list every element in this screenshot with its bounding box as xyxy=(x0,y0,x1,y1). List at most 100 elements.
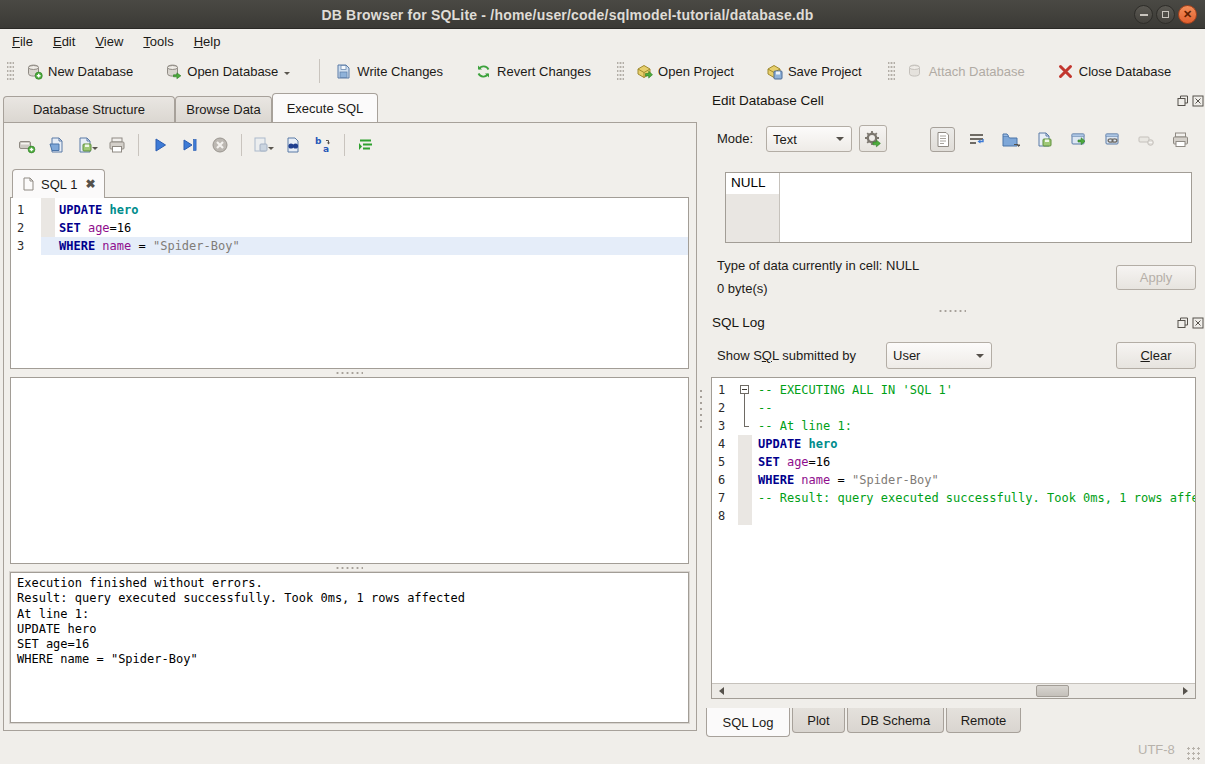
execute-line-button[interactable] xyxy=(177,132,203,158)
line-number: 7 xyxy=(712,489,738,507)
close-panel-icon[interactable] xyxy=(1192,317,1204,329)
open-tab-icon xyxy=(18,136,36,154)
open-tab-button[interactable] xyxy=(14,132,40,158)
print-sql-icon xyxy=(108,136,126,154)
menu-edit[interactable]: Edit xyxy=(43,31,85,52)
execute-all-button[interactable] xyxy=(147,132,173,158)
save-sql-file-button[interactable] xyxy=(74,132,100,158)
revert-changes-button[interactable]: Revert Changes xyxy=(466,58,600,85)
cell-value: NULL xyxy=(731,175,766,190)
code-text: -- Result: query executed successfully. … xyxy=(752,489,1195,507)
cell-type-info: Type of data currently in cell: NULL xyxy=(717,258,919,273)
tab-plot[interactable]: Plot xyxy=(792,708,845,733)
print-sql-button[interactable] xyxy=(104,132,130,158)
tab-sql-log[interactable]: SQL Log xyxy=(706,708,790,737)
sql-log-view[interactable]: 1-- EXECUTING ALL IN 'SQL 1'2--3-- At li… xyxy=(711,377,1196,699)
format-sql-button[interactable] xyxy=(353,132,379,158)
sql-document-tab[interactable]: SQL 1 ✖ xyxy=(12,169,105,198)
menu-view[interactable]: View xyxy=(85,31,133,52)
close-tab-icon[interactable]: ✖ xyxy=(85,177,95,191)
toolbar-button-label: Open Project xyxy=(658,64,734,79)
mode-select[interactable]: Text xyxy=(766,126,852,152)
apply-button[interactable]: Apply xyxy=(1116,265,1196,290)
stop-button xyxy=(207,132,233,158)
fold-line xyxy=(744,417,745,426)
import-cell-button[interactable] xyxy=(998,127,1023,152)
clear-log-button[interactable]: Clear xyxy=(1116,342,1196,369)
edit-cell-dock-buttons xyxy=(1177,95,1204,107)
log-filter-select[interactable]: User xyxy=(886,342,992,369)
open-in-app-button[interactable] xyxy=(1066,127,1091,152)
word-wrap-button[interactable] xyxy=(964,127,989,152)
code-line: 3 WHERE name = "Spider-Boy" xyxy=(11,237,688,255)
export-cell-button[interactable] xyxy=(1032,127,1057,152)
open-database-button[interactable]: Open Database xyxy=(156,58,299,85)
open-sql-file-icon xyxy=(48,136,66,154)
toolbar-button-label: Close Database xyxy=(1079,64,1172,79)
scroll-left-icon[interactable] xyxy=(712,684,727,698)
open-project-button[interactable]: Open Project xyxy=(627,58,743,85)
edit-cell-title: Edit Database Cell xyxy=(712,93,824,108)
tab-remote[interactable]: Remote xyxy=(946,708,1021,733)
cell-editor-gutter xyxy=(726,194,780,242)
splitter-handle[interactable] xyxy=(335,566,363,570)
text-mode-button[interactable] xyxy=(930,127,955,152)
fold-line xyxy=(744,399,745,417)
menu-tools[interactable]: Tools xyxy=(133,31,183,52)
print-cell-icon xyxy=(1172,131,1189,148)
cell-value-editor[interactable]: NULL xyxy=(725,172,1192,243)
write-changes-button[interactable]: Write Changes xyxy=(326,58,452,85)
tab-database-structure[interactable]: Database Structure xyxy=(3,96,175,122)
line-number: 2 xyxy=(11,219,41,237)
line-number: 3 xyxy=(11,237,41,255)
splitter-handle[interactable] xyxy=(938,309,966,313)
tab-execute-sql[interactable]: Execute SQL xyxy=(272,93,378,122)
code-text: -- EXECUTING ALL IN 'SQL 1' xyxy=(752,381,1195,399)
fold-margin xyxy=(738,489,752,507)
save-results-button xyxy=(250,132,276,158)
panel-splitter-handle[interactable] xyxy=(699,388,703,432)
find-button[interactable] xyxy=(280,132,306,158)
resize-grip[interactable] xyxy=(1186,746,1200,760)
scrollbar-thumb[interactable] xyxy=(1036,685,1069,697)
line-number: 6 xyxy=(712,471,738,489)
close-panel-icon[interactable] xyxy=(1192,95,1204,107)
new-database-button[interactable]: New Database xyxy=(17,58,142,85)
tab-browse-data[interactable]: Browse Data xyxy=(175,96,272,122)
set-null-button[interactable] xyxy=(1134,127,1159,152)
menu-file[interactable]: File xyxy=(2,31,43,52)
title-bar: DB Browser for SQLite - /home/user/code/… xyxy=(0,0,1205,29)
new-database-icon xyxy=(26,63,43,80)
print-cell-button[interactable] xyxy=(1168,127,1193,152)
close-database-button[interactable]: Close Database xyxy=(1048,58,1181,85)
fold-collapse-icon[interactable] xyxy=(740,385,749,394)
menu-help[interactable]: Help xyxy=(184,31,231,52)
open-in-app-icon xyxy=(1070,131,1087,148)
fold-margin xyxy=(738,417,752,435)
execution-message[interactable]: Execution finished without errors. Resul… xyxy=(10,572,689,723)
float-panel-icon[interactable] xyxy=(1177,317,1189,329)
auto-switch-mode-button[interactable] xyxy=(859,125,887,152)
sql-editor[interactable]: 1UPDATE hero2SET age=163WHERE name = "Sp… xyxy=(10,197,689,369)
code-line: 6WHERE name = "Spider-Boy" xyxy=(712,471,1195,489)
maximize-button[interactable] xyxy=(1156,5,1175,24)
open-sql-file-button[interactable] xyxy=(44,132,70,158)
splitter-handle[interactable] xyxy=(335,371,363,375)
code-text: WHERE name = "Spider-Boy" xyxy=(55,237,688,255)
code-line: 1-- EXECUTING ALL IN 'SQL 1' xyxy=(712,381,1195,399)
minimize-button[interactable] xyxy=(1134,5,1153,24)
toolbar-button-label: Write Changes xyxy=(357,64,443,79)
replace-button[interactable]: ba xyxy=(310,132,336,158)
fold-margin xyxy=(41,219,55,237)
float-panel-icon[interactable] xyxy=(1177,95,1189,107)
toolbar-handle xyxy=(888,60,895,82)
close-button[interactable]: ✕ xyxy=(1178,5,1197,24)
scroll-right-icon[interactable] xyxy=(1180,684,1195,698)
horizontal-scrollbar[interactable] xyxy=(712,683,1195,698)
tab-db-schema[interactable]: DB Schema xyxy=(847,708,944,733)
results-grid[interactable] xyxy=(10,377,689,564)
save-project-button[interactable]: Save Project xyxy=(757,58,871,85)
code-line: 3-- At line 1: xyxy=(712,417,1195,435)
copy-link-button[interactable] xyxy=(1100,127,1125,152)
log-filter-value: User xyxy=(893,348,920,363)
